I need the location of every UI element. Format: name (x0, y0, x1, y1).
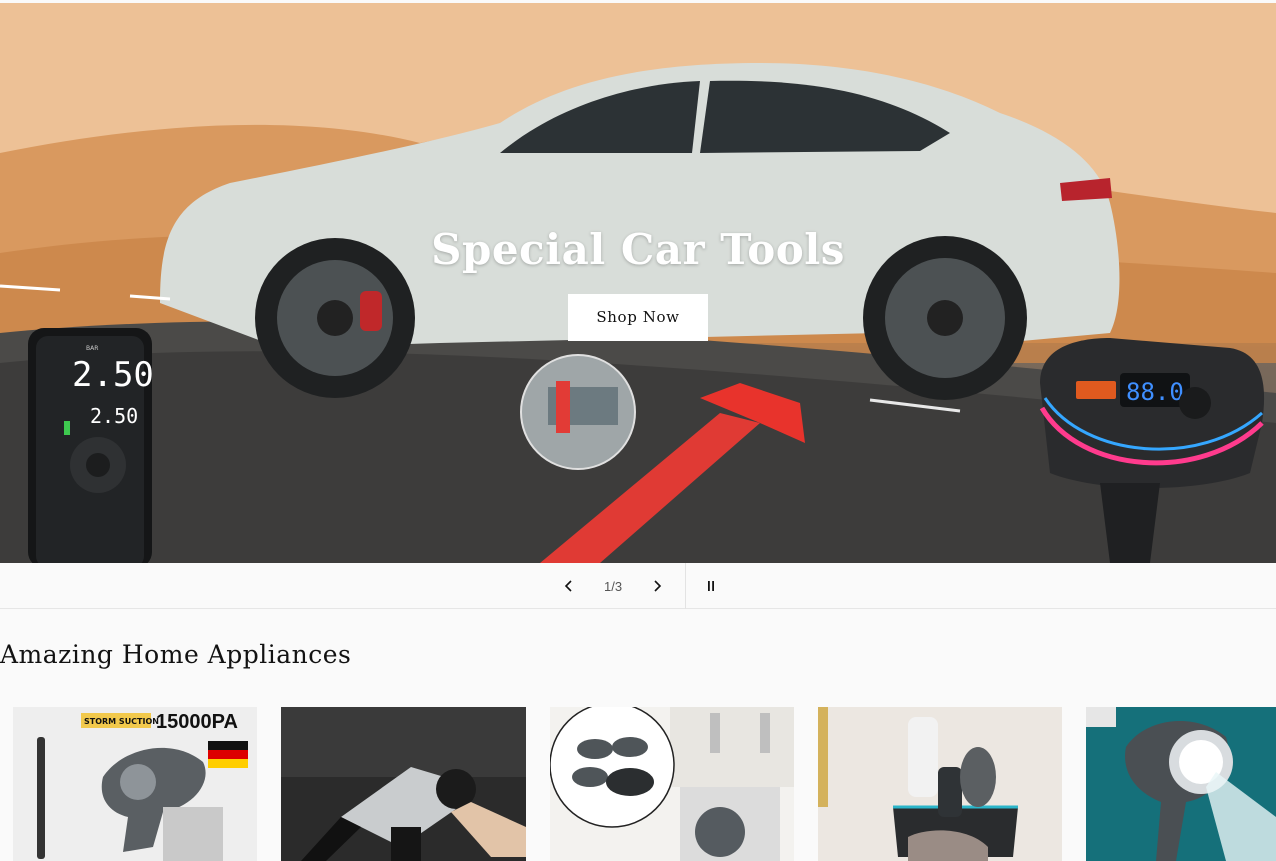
collection-title: Amazing Home Appliances (0, 640, 352, 669)
hero-slideshow: BAR 2.50 2.50 88.0 Special Car Tools Sho… (0, 3, 1276, 563)
controls-divider (685, 563, 686, 609)
product-image: STORM SUCTION 15000PA (13, 707, 257, 861)
slide-total: 3 (614, 578, 623, 594)
svg-text:2.50: 2.50 (72, 355, 154, 395)
product-image (550, 707, 794, 861)
pause-icon (708, 581, 714, 591)
next-slide-button[interactable] (640, 563, 674, 609)
slide-counter: 1/3 (596, 563, 630, 609)
slide-current: 1 (603, 578, 612, 594)
product-card-4[interactable] (818, 707, 1062, 861)
hero-content: Special Car Tools Shop Now (0, 225, 1276, 341)
svg-text:88.0: 88.0 (1126, 378, 1184, 406)
svg-text:2.50: 2.50 (90, 404, 138, 428)
previous-slide-button[interactable] (552, 563, 586, 609)
product-image (818, 707, 1062, 861)
product-card-5[interactable] (1086, 707, 1276, 861)
chevron-left-icon (564, 580, 572, 592)
shop-now-button[interactable]: Shop Now (568, 294, 708, 341)
svg-text:BAR: BAR (86, 345, 98, 352)
product-image (1086, 707, 1276, 861)
product-card-1[interactable]: STORM SUCTION 15000PA (13, 707, 257, 861)
product-image (281, 707, 526, 861)
hero-title: Special Car Tools (431, 225, 845, 274)
product-card-2[interactable] (281, 707, 526, 861)
chevron-right-icon (654, 580, 662, 592)
product-card-3[interactable] (550, 707, 794, 861)
pause-slideshow-button[interactable] (696, 563, 726, 609)
svg-text:15000PA: 15000PA (156, 711, 238, 733)
slider-controls: 1/3 (0, 563, 1276, 609)
svg-text:STORM SUCTION: STORM SUCTION (84, 717, 159, 726)
